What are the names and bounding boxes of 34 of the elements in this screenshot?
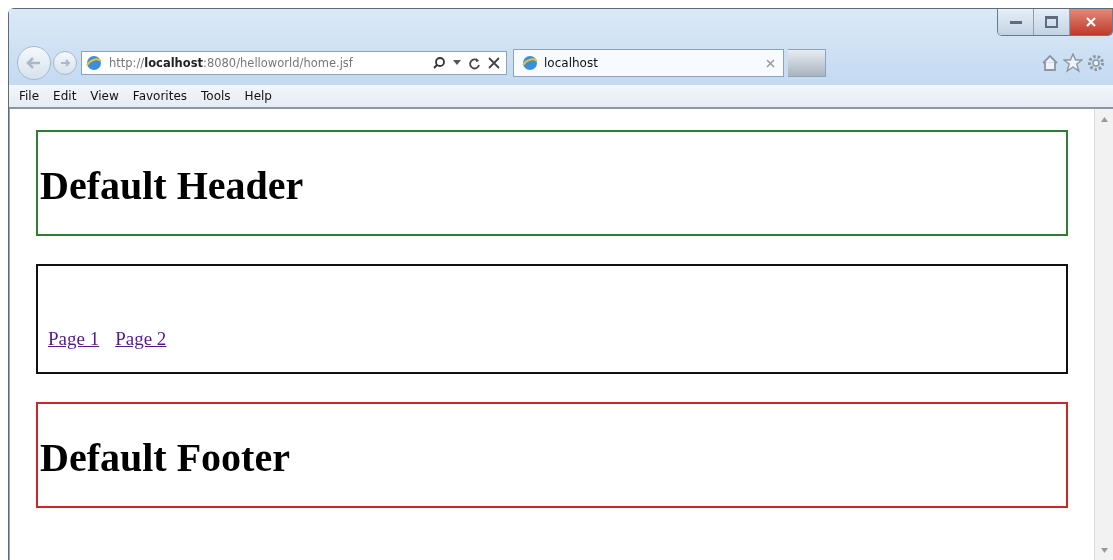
forward-button[interactable] — [53, 51, 77, 75]
scrollbar[interactable] — [1094, 109, 1113, 560]
minimize-button[interactable] — [998, 9, 1034, 35]
page-heading: Default Header — [40, 161, 304, 209]
close-icon — [1085, 16, 1097, 28]
menu-item[interactable]: Favorites — [132, 89, 188, 103]
refresh-icon[interactable] — [468, 56, 481, 70]
globe-icon — [86, 55, 102, 71]
scroll-down-icon[interactable] — [1100, 548, 1108, 553]
new-tab-button[interactable] — [788, 49, 826, 77]
menu-item[interactable]: File — [19, 89, 40, 103]
tab-label: localhost — [544, 56, 598, 70]
url-text: http://localhost:8080/helloworld/home.jsf — [109, 56, 354, 70]
maximize-button[interactable] — [1034, 9, 1070, 35]
menu-item[interactable]: View — [90, 89, 119, 103]
close-tab-icon[interactable] — [766, 58, 775, 68]
caret-icon[interactable] — [453, 60, 461, 66]
address-bar[interactable]: http://localhost:8080/helloworld/home.jsf — [81, 51, 507, 75]
page-link[interactable]: Page 2 — [115, 328, 167, 350]
home-icon[interactable] — [1041, 54, 1059, 72]
settings-icon[interactable] — [1087, 54, 1105, 72]
menu-item[interactable]: Tools — [201, 89, 231, 103]
globe-icon — [522, 55, 538, 71]
star-icon[interactable] — [1063, 53, 1083, 73]
scroll-up-icon[interactable] — [1100, 117, 1108, 122]
menu-item[interactable]: Edit — [53, 89, 77, 103]
menu-item[interactable]: Help — [244, 89, 272, 103]
browser-tab[interactable]: localhost — [513, 49, 784, 77]
page-heading: Default Footer — [40, 433, 290, 481]
search-icon[interactable] — [432, 56, 446, 70]
page-link[interactable]: Page 1 — [48, 328, 100, 350]
close-icon[interactable] — [488, 57, 500, 69]
close-button[interactable] — [1070, 9, 1112, 35]
back-button[interactable] — [17, 46, 51, 80]
